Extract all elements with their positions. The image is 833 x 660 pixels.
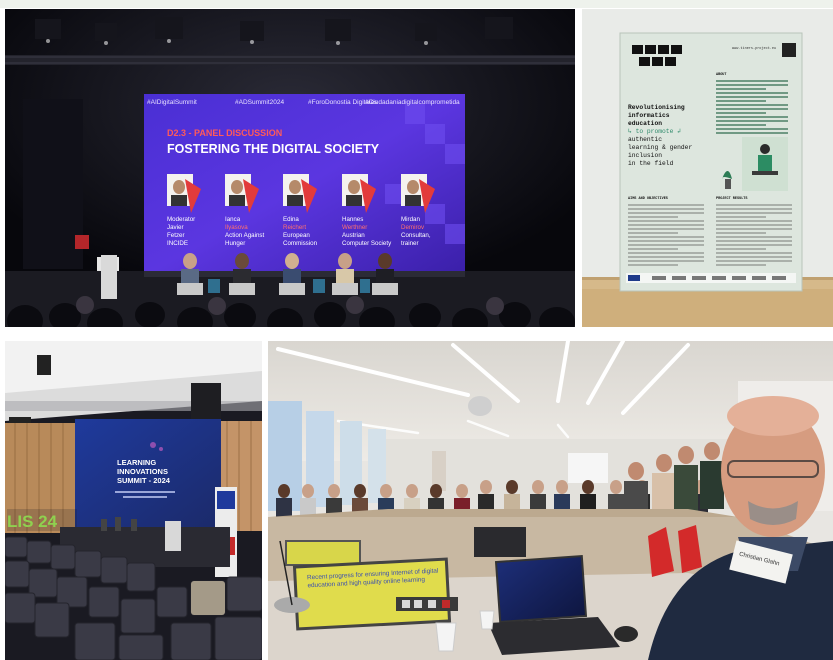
- speaker-line2: Reichert: [283, 224, 306, 231]
- meeting-room-photo: Recent progress for ensuring Internet of…: [268, 341, 833, 660]
- top-strip: [0, 0, 833, 8]
- speaker-line1: Hannes: [342, 216, 363, 223]
- speaker-line3: European: [283, 232, 310, 239]
- attendee-head: [628, 462, 644, 480]
- speaker-line4: Hunger: [225, 240, 245, 247]
- hashtag-4: #Ciudadaniadigitalcomprometida: [365, 99, 460, 106]
- speaker-line2: Demirov: [401, 224, 425, 231]
- speaker-line3: Action Against: [225, 232, 264, 239]
- attendee-head: [678, 446, 694, 464]
- attendee-head: [480, 480, 492, 494]
- speaker-face: [348, 180, 360, 194]
- attendee-head: [610, 480, 622, 494]
- speaker-line2: Ilyasova: [225, 224, 248, 231]
- lis24-logo: LIS 24: [7, 512, 58, 531]
- poster-title-2: informatics: [628, 112, 670, 119]
- poster-results-heading: PROJECT RESULTS: [716, 197, 748, 201]
- panel-discussion-photo: #AIDigitalSummit #ADSummit2024 #ForoDono…: [5, 9, 575, 327]
- attendee-body: [674, 465, 698, 513]
- poster-title-8: in the field: [628, 160, 674, 167]
- speaker-body: [229, 195, 245, 206]
- attendee-head: [302, 484, 314, 498]
- speaker-line3: Austrian: [342, 232, 365, 239]
- poster-title-3: education: [628, 120, 662, 127]
- speaker-line1: Moderator: [167, 216, 195, 223]
- speaker-face: [231, 180, 243, 194]
- attendee-head: [704, 442, 720, 460]
- attendee-head: [430, 484, 442, 498]
- attendee-head: [656, 454, 672, 472]
- speaker-line4: Commission: [283, 240, 318, 247]
- poster-about-heading: ABOUT: [716, 73, 727, 77]
- hashtag-2: #ADSummit2024: [235, 99, 285, 106]
- poster-title-7: inclusion: [628, 152, 662, 159]
- attendee-body: [700, 461, 724, 509]
- attendee-head: [328, 484, 340, 498]
- speaker-face: [289, 180, 301, 194]
- summit-auditorium-photo: LEARNING INNOVATIONS SUMMIT - 2024 LIS 2…: [5, 341, 262, 660]
- speaker-line4: Computer Society: [342, 240, 392, 247]
- summit-title-1: LEARNING: [117, 458, 156, 467]
- poster-title-6: learning & gender: [628, 144, 692, 151]
- attendee-head: [556, 480, 568, 494]
- attendee-head: [456, 484, 468, 498]
- speaker-body: [171, 195, 187, 206]
- attendee-head: [506, 480, 518, 494]
- speaker-line3: Fetzer: [167, 232, 185, 239]
- attendee-head: [380, 484, 392, 498]
- speaker-line1: Edina: [283, 216, 299, 223]
- attendee-body: [276, 498, 292, 518]
- speaker-line1: Mirdan: [401, 216, 420, 223]
- attendee-head: [406, 484, 418, 498]
- speaker-face: [173, 180, 185, 194]
- speaker-line2: Javier: [167, 224, 184, 231]
- attendee-head: [354, 484, 366, 498]
- speaker-face: [407, 180, 419, 194]
- panel-title: FOSTERING THE DIGITAL SOCIETY: [167, 142, 380, 156]
- summit-title-3: SUMMIT - 2024: [117, 476, 171, 485]
- poster-url: www.tiners-project.eu: [732, 46, 776, 51]
- poster-title-4: ↳ to promote ↲: [628, 128, 681, 135]
- attendee-head: [278, 484, 290, 498]
- speaker-line1: Ianca: [225, 216, 241, 223]
- poster-photo: www.tiners-project.eu Revolutionising in…: [582, 9, 833, 327]
- hashtag-1: #AIDigitalSummit: [147, 99, 197, 106]
- attendee-head: [582, 480, 594, 494]
- poster-aims-heading: AIMS AND OBJECTIVES: [628, 197, 668, 201]
- poster-title-1: Revolutionising: [628, 104, 685, 111]
- attendee-head: [532, 480, 544, 494]
- speaker-body: [287, 195, 303, 206]
- session-label: D2.3 - PANEL DISCUSSION: [167, 128, 282, 138]
- poster-title-5: authentic: [628, 136, 662, 143]
- summit-title-2: INNOVATIONS: [117, 467, 168, 476]
- speaker-body: [405, 195, 421, 206]
- speaker-line2: Werthner: [342, 224, 367, 231]
- speaker-line4: INCIDE: [167, 240, 188, 247]
- speaker-body: [346, 195, 362, 206]
- speaker-line4: trainer: [401, 240, 419, 247]
- speaker-line3: Consultan,: [401, 232, 431, 239]
